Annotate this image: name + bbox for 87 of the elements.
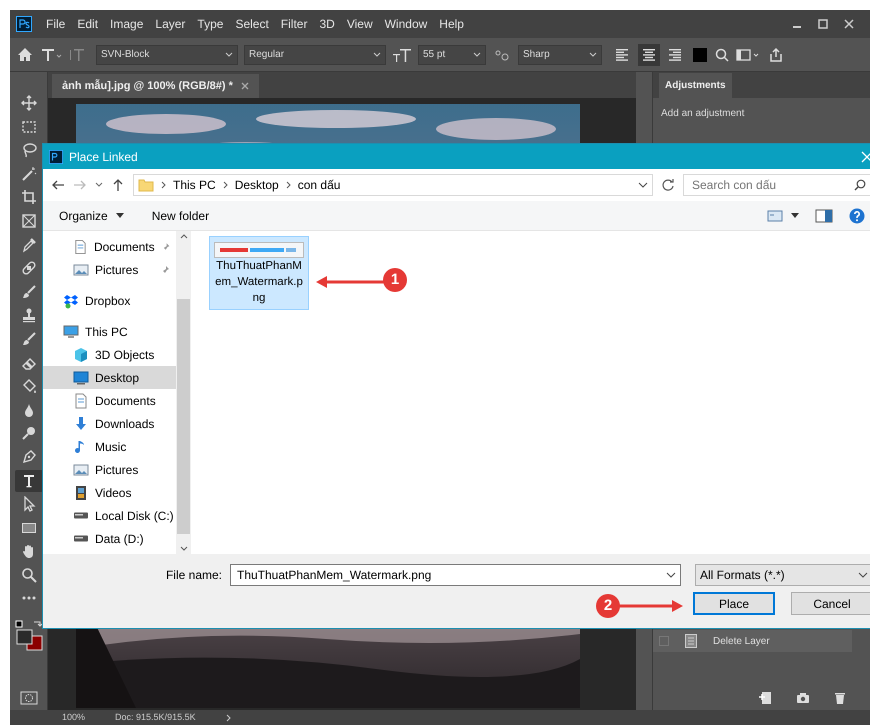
font-family-select[interactable]: SVN-Block	[96, 44, 238, 64]
dropbox-icon	[63, 292, 79, 308]
chevron-down-icon	[373, 50, 381, 58]
app-logo-icon	[16, 16, 32, 32]
color-swatches-icon[interactable]	[14, 619, 44, 652]
tab-title: ảnh mẫu].jpg @ 100% (RGB/8#) *	[62, 78, 233, 94]
history-item[interactable]: Delete Layer	[653, 630, 852, 652]
document-tab[interactable]: ảnh mẫu].jpg @ 100% (RGB/8#) *	[52, 74, 259, 98]
menu-item[interactable]: Select	[229, 15, 275, 33]
menu-item[interactable]: Help	[433, 15, 470, 33]
pen-icon	[20, 448, 36, 465]
align-lines-icon	[667, 46, 683, 62]
menu-item[interactable]: Image	[104, 15, 150, 33]
brush-icon	[20, 284, 36, 300]
move-icon	[20, 95, 36, 111]
chevron-down-icon	[473, 50, 481, 58]
dashed-rectangle-icon	[20, 118, 36, 135]
antialiasing-select[interactable]: Sharp	[518, 44, 602, 64]
chevron-down-icon	[858, 571, 868, 579]
align-center-button[interactable]	[638, 44, 660, 66]
search-box[interactable]: Search con dấu	[683, 174, 870, 196]
place-button[interactable]: Place	[693, 592, 775, 615]
zoom-icon	[20, 566, 36, 583]
magic-wand-icon	[20, 166, 36, 182]
panel-tab[interactable]: Adjustments	[659, 73, 732, 98]
home-icon[interactable]	[16, 46, 34, 64]
chevron-right-icon[interactable]	[226, 714, 232, 722]
paint-bucket-icon	[20, 378, 36, 394]
app-logo-icon	[49, 150, 63, 164]
menu-item[interactable]: File	[40, 15, 72, 33]
menu-item[interactable]: Layer	[149, 15, 192, 33]
field-value: Sharp	[523, 48, 550, 62]
chevron-down-icon	[589, 50, 597, 58]
view-options-icon[interactable]	[767, 210, 783, 222]
lollipop-icon	[20, 425, 36, 442]
menu-item[interactable]: Edit	[71, 15, 104, 33]
menu-item[interactable]: Window	[378, 15, 434, 33]
history-label: Delete Layer	[713, 634, 770, 648]
font-style-select[interactable]: Regular	[244, 44, 386, 64]
field-value: SVN-Block	[101, 48, 150, 62]
search-icon[interactable]	[854, 179, 866, 191]
eyedropper-icon	[20, 236, 36, 253]
document-icon	[685, 634, 697, 648]
file-type-select[interactable]: All Formats (*.*)	[695, 564, 870, 586]
share-icon[interactable]	[768, 46, 784, 62]
tool-button[interactable]	[14, 470, 42, 492]
help-icon[interactable]	[849, 208, 865, 224]
search-icon[interactable]	[714, 46, 730, 62]
quick-mask-icon[interactable]	[20, 690, 38, 706]
close-icon[interactable]	[844, 19, 854, 29]
field-value: Regular	[249, 48, 284, 62]
menu-item[interactable]: View	[340, 15, 379, 33]
back-arrow-icon[interactable]	[51, 178, 65, 192]
preview-pane-icon[interactable]	[815, 208, 833, 222]
chevron-down-icon[interactable]	[638, 181, 648, 189]
refresh-icon[interactable]	[661, 178, 675, 192]
maximize-icon[interactable]	[818, 19, 828, 29]
color-swatch-icon[interactable]	[692, 46, 708, 62]
menu-item[interactable]: Type	[191, 15, 230, 33]
search-field[interactable]: Search con dấu	[690, 175, 840, 195]
zoom-level: 100%	[62, 710, 86, 724]
camera-icon[interactable]	[796, 691, 810, 705]
more-icon	[20, 596, 36, 600]
stamp-icon	[20, 307, 36, 324]
trash-icon[interactable]	[834, 691, 846, 705]
new-document-icon[interactable]	[758, 691, 772, 705]
close-icon[interactable]	[240, 82, 249, 90]
bandage-icon	[20, 260, 36, 276]
field-value: 55 pt	[423, 48, 446, 62]
arrow	[619, 600, 683, 612]
checkbox-icon[interactable]	[659, 636, 669, 646]
font-size-select[interactable]: 55 pt	[418, 44, 486, 64]
frame-icon	[20, 212, 36, 229]
chevron-down-icon[interactable]	[666, 571, 676, 579]
chevron-down-icon	[225, 50, 233, 58]
align-lines-icon	[615, 46, 631, 62]
caret-down-icon[interactable]	[791, 212, 799, 218]
cancel-button[interactable]: Cancel	[791, 592, 870, 615]
panel-hint: Add an adjustment	[660, 107, 746, 121]
menu-item[interactable]: 3D	[313, 15, 341, 33]
brush-icon	[20, 330, 36, 347]
lasso-icon	[20, 142, 36, 158]
crop-icon	[20, 189, 36, 206]
align-lines-icon	[641, 46, 657, 62]
menu-item[interactable]: Filter	[274, 15, 314, 33]
document-size: Doc: 915.5K/915.5K	[115, 710, 196, 724]
computer-icon	[63, 324, 79, 340]
